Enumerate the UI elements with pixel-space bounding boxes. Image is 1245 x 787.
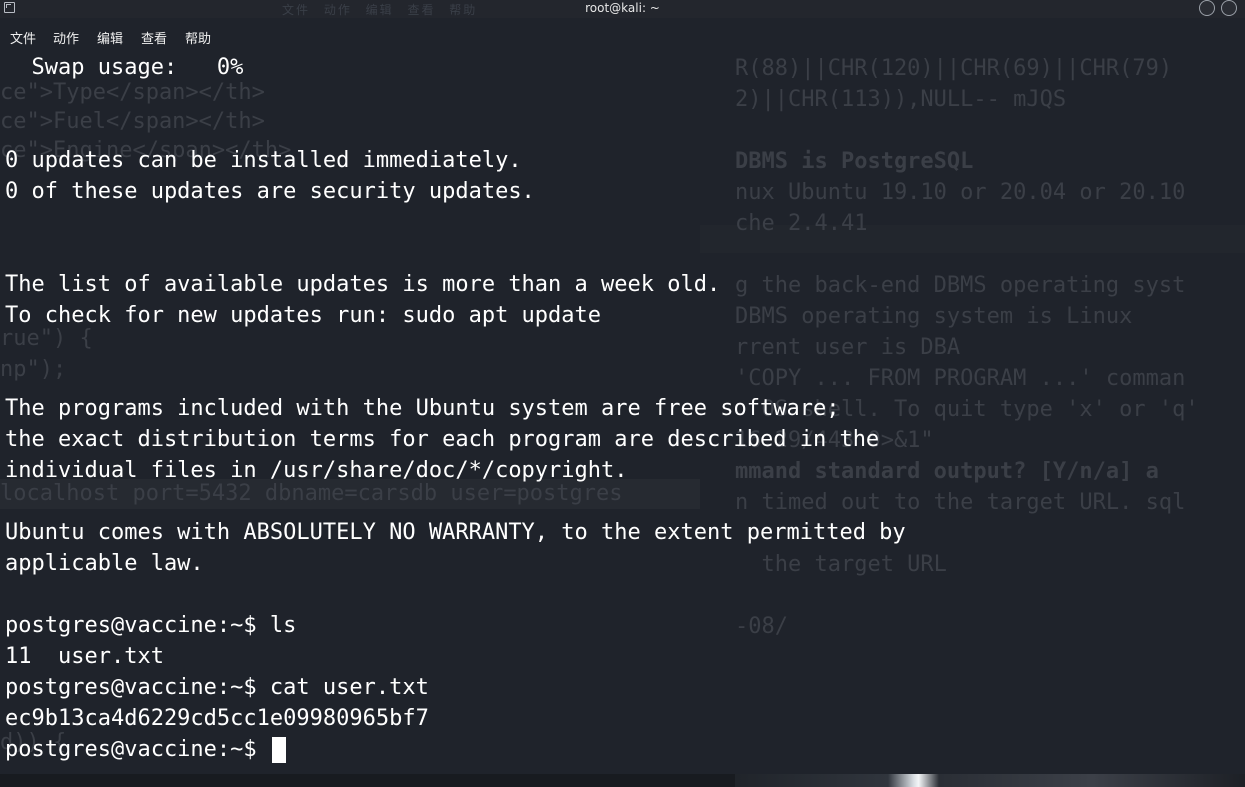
minimize-button[interactable] xyxy=(1199,0,1215,16)
terminal-line: postgres@vaccine:~$ xyxy=(5,737,286,763)
terminal-line: Ubuntu comes with ABSOLUTELY NO WARRANTY… xyxy=(5,520,906,545)
menu-file[interactable]: 文件 xyxy=(10,28,36,47)
terminal-line: 0 of these updates are security updates. xyxy=(5,179,535,204)
menu-help[interactable]: 帮助 xyxy=(185,28,211,47)
terminal-line: individual files in /usr/share/doc/*/cop… xyxy=(5,458,628,483)
menubar: 文件 动作 编辑 查看 帮助 xyxy=(0,18,1245,50)
terminal-line: The list of available updates is more th… xyxy=(5,272,721,297)
close-button[interactable] xyxy=(1221,0,1237,16)
terminal-line: 0 updates can be installed immediately. xyxy=(5,148,522,173)
terminal-output[interactable]: Swap usage: 0% 0 updates can be installed… xyxy=(5,53,1240,773)
menu-view[interactable]: 查看 xyxy=(141,28,167,47)
background-window-thumbnail xyxy=(735,774,1245,787)
terminal-line: ec9b13ca4d6229cd5cc1e09980965bf7 xyxy=(5,706,429,731)
terminal-line: postgres@vaccine:~$ ls xyxy=(5,613,297,638)
menu-edit[interactable]: 编辑 xyxy=(97,28,123,47)
terminal-line: 11 user.txt xyxy=(5,644,164,669)
window-title: root@kali: ~ xyxy=(585,1,660,15)
terminal-line: The programs included with the Ubuntu sy… xyxy=(5,396,840,421)
taskbar-strip xyxy=(0,774,1245,787)
menu-actions[interactable]: 动作 xyxy=(53,28,79,47)
terminal-line: To check for new updates run: sudo apt u… xyxy=(5,303,602,328)
window-titlebar[interactable]: 文件 动作 编辑 查看 帮助 root@kali: ~ xyxy=(0,0,1245,18)
terminal-line: postgres@vaccine:~$ cat user.txt xyxy=(5,675,429,700)
terminal-line: applicable law. xyxy=(5,551,204,576)
terminal-line: Swap usage: 0% xyxy=(5,55,244,80)
terminal-cursor xyxy=(271,737,286,763)
terminal-line: the exact distribution terms for each pr… xyxy=(5,427,880,452)
